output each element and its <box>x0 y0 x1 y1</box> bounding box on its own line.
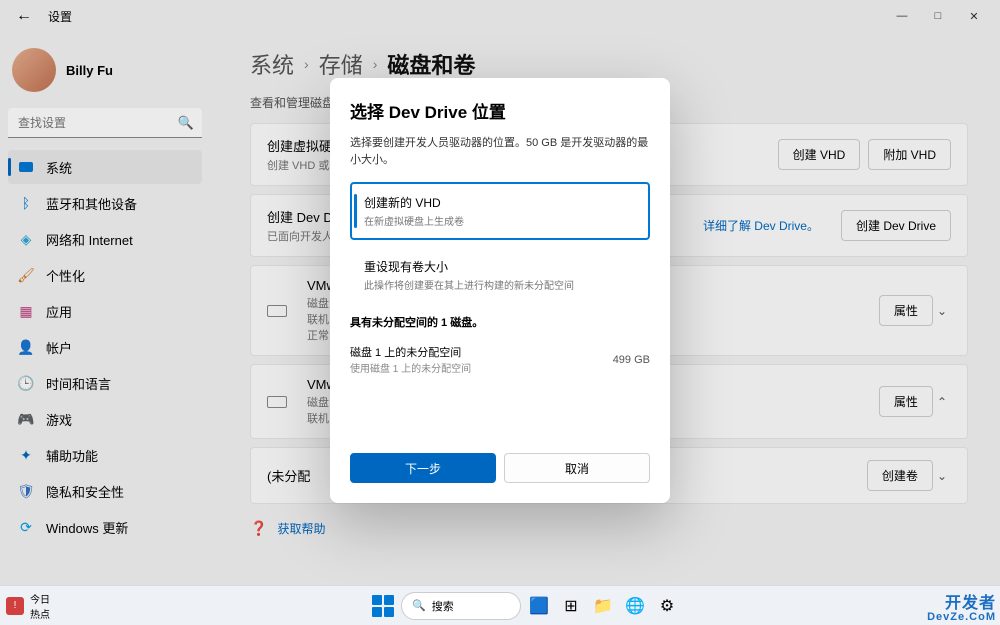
option-create-new-vhd[interactable]: 创建新的 VHD 在新虚拟硬盘上生成卷 <box>350 182 650 240</box>
disk-size: 499 GB <box>613 354 650 366</box>
taskbar-edge-icon[interactable]: 🌐 <box>621 592 649 620</box>
disk-row-title: 磁盘 1 上的未分配空间 <box>350 344 471 360</box>
unallocated-disk-row[interactable]: 磁盘 1 上的未分配空间 使用磁盘 1 上的未分配空间 499 GB <box>350 338 650 381</box>
start-button[interactable] <box>369 592 397 620</box>
weather-icon: ! <box>6 597 24 615</box>
option-resize-volume[interactable]: 重设现有卷大小 此操作将创建要在其上进行构建的新未分配空间 <box>350 246 650 304</box>
taskbar-search-label: 搜索 <box>432 598 454 614</box>
taskbar-explorer-icon[interactable]: 📁 <box>589 592 617 620</box>
option-subtitle: 在新虚拟硬盘上生成卷 <box>364 213 636 228</box>
widget-line1: 今日 <box>30 591 50 606</box>
taskbar-settings-icon[interactable]: ⚙ <box>653 592 681 620</box>
devdrive-location-dialog: 选择 Dev Drive 位置 选择要创建开发人员驱动器的位置。50 GB 是开… <box>330 78 670 503</box>
search-icon: 🔍 <box>412 599 426 612</box>
taskbar-search[interactable]: 🔍 搜索 <box>401 592 521 620</box>
option-title: 重设现有卷大小 <box>364 258 636 275</box>
taskbar: ! 今日 热点 🔍 搜索 🟦 ⊞ 📁 🌐 ⚙ 开发者 DevZe.CoM <box>0 585 1000 625</box>
option-title: 创建新的 VHD <box>364 194 636 211</box>
taskbar-taskview-icon[interactable]: ⊞ <box>557 592 585 620</box>
dialog-title: 选择 Dev Drive 位置 <box>350 98 650 123</box>
cancel-button[interactable]: 取消 <box>504 453 650 483</box>
watermark: 开发者 DevZe.CoM <box>927 596 996 623</box>
taskbar-copilot-icon[interactable]: 🟦 <box>525 592 553 620</box>
modal-overlay: 选择 Dev Drive 位置 选择要创建开发人员驱动器的位置。50 GB 是开… <box>0 0 1000 625</box>
taskbar-center: 🔍 搜索 🟦 ⊞ 📁 🌐 ⚙ <box>50 592 1000 620</box>
taskbar-widgets[interactable]: ! 今日 热点 <box>0 591 50 621</box>
option-subtitle: 此操作将创建要在其上进行构建的新未分配空间 <box>364 277 636 292</box>
widget-line2: 热点 <box>30 606 50 621</box>
disk-row-subtitle: 使用磁盘 1 上的未分配空间 <box>350 360 471 375</box>
disks-section-label: 具有未分配空间的 1 磁盘。 <box>350 314 650 330</box>
dialog-description: 选择要创建开发人员驱动器的位置。50 GB 是开发驱动器的最小大小。 <box>350 135 650 168</box>
next-button[interactable]: 下一步 <box>350 453 496 483</box>
